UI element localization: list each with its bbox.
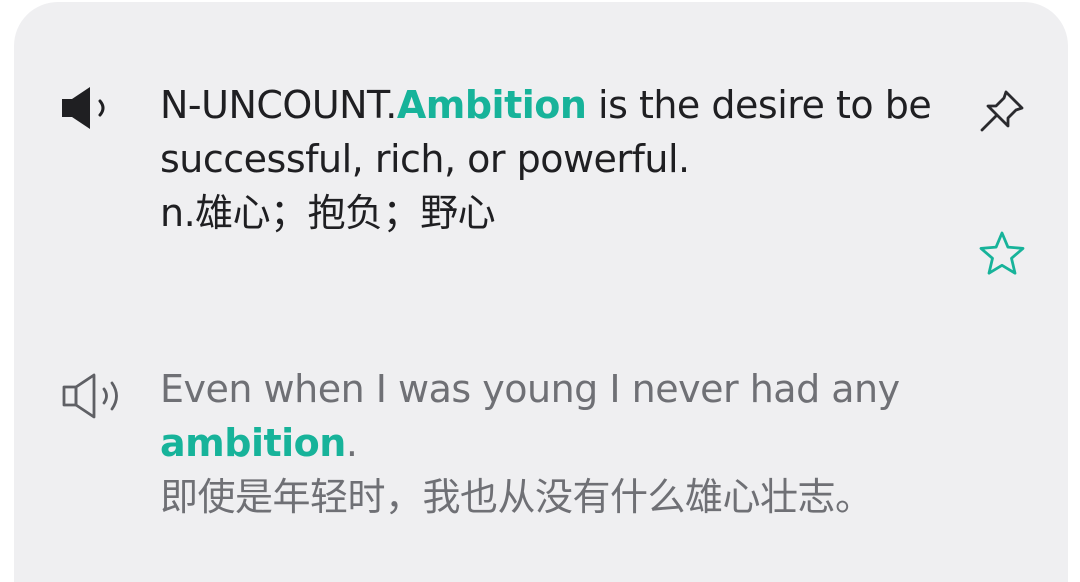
example-translation: 即使是年轻时，我也从没有什么雄心壮志。 xyxy=(160,475,873,519)
example-line-1: Even when I was young I never had any xyxy=(160,367,900,411)
headword[interactable]: Ambition xyxy=(397,83,587,127)
speaker-filled-icon[interactable] xyxy=(60,84,116,132)
definition-line-1: is the desire to be xyxy=(586,83,932,127)
pin-icon[interactable] xyxy=(976,86,1028,136)
speaker-outline-icon[interactable] xyxy=(60,370,130,422)
definition-line-2: successful, rich, or powerful. xyxy=(160,137,690,181)
definition-text: N-UNCOUNT.Ambition is the desire to be s… xyxy=(160,78,960,240)
example-keyword[interactable]: ambition xyxy=(160,421,346,465)
example-punct: . xyxy=(345,421,358,465)
star-outline-icon[interactable] xyxy=(978,230,1026,276)
definition-translation: n.雄心；抱负；野心 xyxy=(160,191,496,235)
example-text: Even when I was young I never had any am… xyxy=(160,362,980,524)
part-of-speech: N-UNCOUNT. xyxy=(160,83,397,127)
